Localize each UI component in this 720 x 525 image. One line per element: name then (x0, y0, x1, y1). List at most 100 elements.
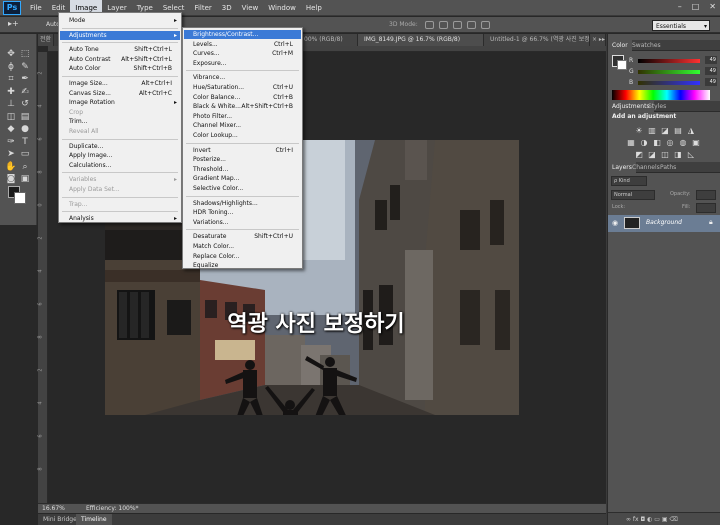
quick-mask-icon[interactable]: ◙ (5, 173, 17, 185)
adjustment-icon[interactable]: ◎ (665, 138, 675, 147)
healing-brush-icon[interactable]: ✚ (5, 86, 17, 98)
menu-item-channel-mixer[interactable]: Channel Mixer... (184, 121, 301, 130)
menu-filter[interactable]: Filter (189, 0, 216, 16)
menu-item-shadows-highlights[interactable]: Shadows/Highlights... (184, 199, 301, 208)
menu-item-invert[interactable]: Invert Ctrl+I (184, 146, 301, 155)
adjustment-icon[interactable]: ◺ (686, 150, 696, 159)
menu-item-adjustments[interactable]: Adjustments ▸ (60, 30, 180, 40)
menu-item-auto-color[interactable]: Auto Color Shift+Ctrl+B (60, 64, 180, 73)
3d-scale-icon[interactable] (481, 21, 490, 29)
slider-value[interactable]: 49 (705, 78, 717, 86)
doc-tab-0[interactable]: 전환 (38, 34, 54, 46)
slider-value[interactable]: 49 (705, 67, 717, 75)
move-tool-icon[interactable]: ✥ (5, 48, 17, 60)
menu-item-analysis[interactable]: Analysis ▸ (60, 214, 180, 223)
menu-item-color-balance[interactable]: Color Balance... Ctrl+B (184, 93, 301, 102)
workspace-select[interactable]: Essentials ▾ (652, 20, 710, 31)
menu-item-replace-color[interactable]: Replace Color... (184, 252, 301, 261)
hand-tool-icon[interactable]: ✋ (5, 161, 17, 173)
adjustment-icon[interactable]: ◨ (673, 150, 683, 159)
tab-timeline[interactable]: Timeline (76, 514, 112, 525)
menu-item-hue-saturation[interactable]: Hue/Saturation... Ctrl+U (184, 83, 301, 92)
background-color-swatch[interactable] (14, 192, 26, 204)
history-brush-icon[interactable]: ↺ (19, 98, 31, 110)
slider-track[interactable] (638, 70, 700, 74)
layer-name[interactable]: Background (646, 219, 682, 226)
adjustment-icon[interactable]: ◪ (647, 150, 657, 159)
menu-item-brightness-contrast[interactable]: Brightness/Contrast... (184, 30, 301, 39)
dodge-tool-icon[interactable]: ● (19, 123, 31, 135)
menu-item-trim[interactable]: Trim... (60, 117, 180, 126)
menu-item-levels[interactable]: Levels... Ctrl+L (184, 40, 301, 49)
lock-icon[interactable]: 🔒︎ (709, 218, 713, 227)
pen-tool-icon[interactable]: ✑ (5, 136, 17, 148)
tabs-overflow-button[interactable]: × ▸▸ (590, 34, 606, 46)
tab-styles[interactable]: Styles (644, 101, 670, 112)
visibility-eye-icon[interactable]: ◉ (612, 219, 618, 227)
adjustment-icon[interactable]: ◫ (660, 150, 670, 159)
menu-item-black-white[interactable]: Black & White... Alt+Shift+Ctrl+B (184, 102, 301, 111)
crop-tool-icon[interactable]: ⌗ (5, 73, 17, 85)
slider-b[interactable]: B 49 (629, 78, 719, 87)
menu-item-canvas-size[interactable]: Canvas Size... Alt+Ctrl+C (60, 89, 180, 98)
doc-tab-3[interactable]: Untitled-1 @ 66.7% (역광 사진 보정... (484, 34, 590, 46)
blend-mode-select[interactable]: Normal (611, 190, 655, 200)
menu-item-auto-tone[interactable]: Auto Tone Shift+Ctrl+L (60, 45, 180, 54)
clone-stamp-icon[interactable]: ⊥ (5, 98, 17, 110)
adjustment-icon[interactable]: ◩ (634, 150, 644, 159)
adjustment-icon[interactable]: ◍ (678, 138, 688, 147)
menu-item-mode[interactable]: Mode ▸ (60, 16, 180, 25)
menu-item-curves[interactable]: Curves... Ctrl+M (184, 49, 301, 58)
3d-drag-icon[interactable] (453, 21, 462, 29)
adjustment-icon[interactable]: ☀ (634, 126, 644, 135)
tab-paths[interactable]: Paths (656, 162, 680, 173)
gradient-tool-icon[interactable]: ▤ (19, 111, 31, 123)
3d-slide-icon[interactable] (467, 21, 476, 29)
slider-g[interactable]: G 49 (629, 67, 719, 76)
menu-item-image-rotation[interactable]: Image Rotation ▸ (60, 98, 180, 107)
blur-tool-icon[interactable]: ◆ (5, 123, 17, 135)
menu-item-hdr-toning[interactable]: HDR Toning... (184, 208, 301, 217)
menu-item-apply-image[interactable]: Apply Image... (60, 151, 180, 160)
adjustment-icon[interactable]: ◧ (652, 138, 662, 147)
doc-tab-active[interactable]: IMG_8149.JPG @ 16.7% (RGB/8) (358, 34, 484, 46)
adjustment-icon[interactable]: ▥ (647, 126, 657, 135)
adjustment-icon[interactable]: ◮ (686, 126, 696, 135)
menu-item-match-color[interactable]: Match Color... (184, 242, 301, 251)
tab-swatches[interactable]: Swatches (628, 40, 665, 51)
type-tool-icon[interactable]: T (19, 136, 31, 148)
color-bg-swatch[interactable] (617, 60, 627, 70)
eraser-tool-icon[interactable]: ◫ (5, 111, 17, 123)
adjustment-icon[interactable]: ▣ (691, 138, 701, 147)
shape-tool-icon[interactable]: ▭ (19, 148, 31, 160)
menu-3d[interactable]: 3D (217, 0, 237, 16)
menu-item-color-lookup[interactable]: Color Lookup... (184, 131, 301, 140)
quick-select-tool-icon[interactable]: ✎ (19, 61, 31, 73)
eyedropper-tool-icon[interactable]: ✒ (19, 73, 31, 85)
adjustment-icon[interactable]: ◑ (639, 138, 649, 147)
menu-item-posterize[interactable]: Posterize... (184, 155, 301, 164)
brush-tool-icon[interactable]: ✍ (19, 86, 31, 98)
menu-item-exposure[interactable]: Exposure... (184, 59, 301, 68)
screen-mode-icon[interactable]: ▣ (19, 173, 31, 185)
slider-r[interactable]: R 49 (629, 56, 719, 65)
menu-item-vibrance[interactable]: Vibrance... (184, 73, 301, 82)
layer-row-background[interactable]: ◉ Background 🔒︎ (608, 215, 720, 232)
slider-value[interactable]: 49 (705, 56, 717, 64)
menu-help[interactable]: Help (301, 0, 327, 16)
adjustment-icon[interactable]: ▤ (673, 126, 683, 135)
lasso-tool-icon[interactable]: ϕ (5, 61, 17, 73)
menu-item-equalize[interactable]: Equalize (184, 261, 301, 270)
doc-tab-1[interactable]: 00% (RGB/8) (298, 34, 358, 46)
opacity-field[interactable] (696, 190, 716, 200)
marquee-tool-icon[interactable]: ⬚ (19, 48, 31, 60)
close-icon[interactable]: ✕ (709, 2, 716, 11)
menu-window[interactable]: Window (263, 0, 301, 16)
menu-item-threshold[interactable]: Threshold... (184, 165, 301, 174)
menu-item-selective-color[interactable]: Selective Color... (184, 184, 301, 193)
menu-item-duplicate[interactable]: Duplicate... (60, 142, 180, 151)
3d-roll-icon[interactable] (439, 21, 448, 29)
layers-footer-icons[interactable]: ∞ fx ◘ ◐ ▭ ▣ ⌫ (626, 516, 678, 523)
path-select-icon[interactable]: ➤ (5, 148, 17, 160)
color-spectrum[interactable] (612, 90, 710, 100)
